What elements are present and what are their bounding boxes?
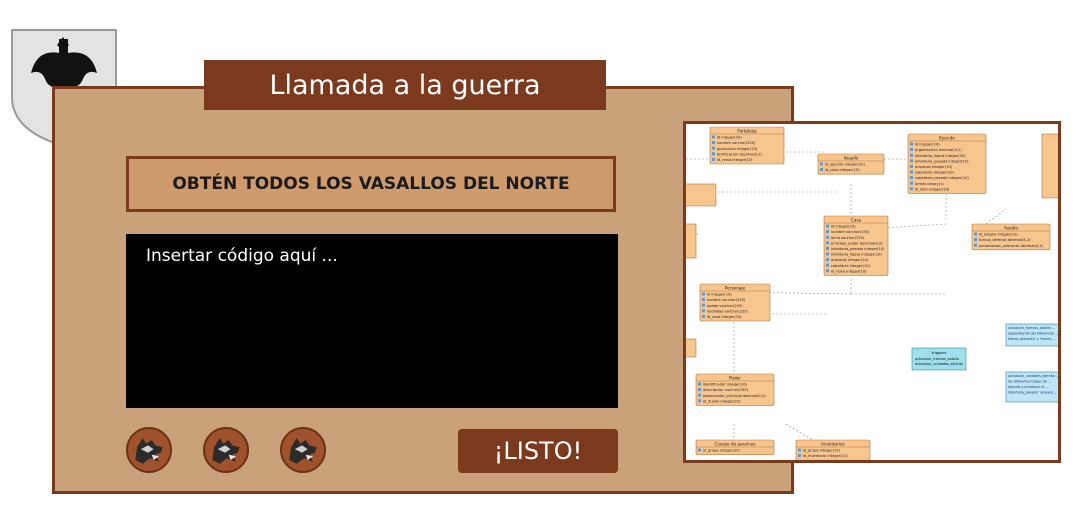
er-table-row: descripcion varchar(255) [703, 388, 749, 392]
trigger-note: actualizar_unidades_ejercito ... las dife… [1005, 371, 1058, 403]
er-table-row: id_lider integer(10) [915, 187, 950, 191]
er-table-row: id_inventario integer(10) [803, 454, 848, 458]
er-table-name: Casa [851, 218, 862, 223]
note-line: ejercito a introducir el ... [1008, 385, 1048, 389]
er-table-row: guarnicion integer(10) [717, 147, 758, 151]
er-table-name: Personaje [725, 286, 746, 291]
trigger-item: actualizar_unidades_ejercito [915, 362, 963, 366]
code-editor[interactable] [126, 234, 618, 408]
er-table-name: Poder [729, 376, 741, 381]
relationship-line [985, 208, 1007, 225]
er-table-row: armas binary(1) [915, 182, 944, 186]
er-table: Fortaleza id integer(10)nombre varchar(25… [709, 126, 785, 165]
er-table-partial [686, 338, 697, 358]
wolf-sigil-icon [203, 427, 249, 473]
er-table: Ejercito id integer(10)organizacion decim… [907, 133, 987, 194]
note-line: actualizar_fuerzas_batalla ... [1008, 326, 1055, 330]
wolf-sigil-icon [280, 427, 326, 473]
er-table-name: Inventarios [821, 442, 844, 447]
trigger-note: actualizar_fuerzas_batalla ... dependiend… [1005, 323, 1058, 347]
er-table-row: arqueros integer(10) [831, 258, 869, 262]
er-table-row: arqueros integer(10) [915, 165, 953, 169]
note-line: dependiendo del diferencial ... [1008, 332, 1058, 336]
note-line: fuerza_atacante' y 'fuerza_... [1008, 337, 1056, 341]
ready-button[interactable]: ¡LISTO! [458, 429, 618, 473]
er-table-row: infanteria_ligera integer(10) [831, 253, 882, 257]
er-diagram: Fortaleza id integer(10) nombre varchar(25… [683, 121, 1061, 463]
er-table-partial [1041, 133, 1058, 199]
er-table-row: fortificacion decimal(5,2) [717, 152, 763, 156]
relationship-line [785, 423, 817, 443]
er-table: Cuerpo de asesinos id_grupo integer(10) [695, 439, 775, 455]
er-table-row: id integer(10) [915, 143, 940, 147]
er-table-row: principal_poder decimal(4,2) [831, 241, 883, 245]
note-line: las diferentes tropas de ... [1008, 380, 1051, 384]
er-table-row: id_ejercito integer(10) [825, 163, 865, 167]
er-table-name: Asedio [1004, 226, 1018, 231]
er-table-row: infanteria_pesada integer(10) [915, 159, 969, 163]
er-table-row: potenciador_principal decimal(4,2) [703, 394, 766, 398]
er-table-row: lema varchar(255) [831, 236, 865, 240]
er-table-name: Cuerpo de asesinos [714, 442, 755, 447]
note-line: infanteria_pesada' 'arquero... [1008, 391, 1056, 395]
er-table: Personaje id integer(10)nombre varchar(25… [699, 283, 771, 322]
er-table-row: id_grupo integer(10) [803, 449, 841, 453]
er-table-row: id_reino integer(10) [717, 158, 753, 162]
note-line: actualizar_unidades_ejercito ... [1008, 374, 1058, 378]
er-table-partial [686, 183, 717, 207]
trigger-item: actualizar_fuerzas_batalla [915, 357, 959, 361]
er-table-name: Ejercito [939, 136, 955, 141]
er-table-row: apodo varchar(255) [707, 304, 743, 308]
er-table: Vasallo id_ejercito integer(10)id_casa in… [817, 153, 885, 175]
er-table: Asedio id_batalla integer(10)turnos_defen… [971, 223, 1051, 251]
triggers-box: triggers actualizar_fuerzas_batallaactual… [911, 347, 967, 371]
er-table: Poder identificador integer(10)descripcio… [695, 373, 775, 406]
er-table-row: id_dueño integer(10) [703, 399, 741, 403]
er-table-partial [686, 223, 697, 259]
er-table-row: infanteria_ligera integer(10) [915, 154, 966, 158]
er-table-row: caballeria_pesada integer(10) [915, 176, 969, 180]
er-table-row: nombre varchar(255) [707, 298, 746, 302]
er-table-row: nombre varchar(255) [717, 141, 756, 145]
level-title: Llamada a la guerra [204, 60, 606, 110]
er-table-row: id_batalla integer(10) [979, 233, 1018, 237]
er-table: Casa id integer(10)nombre varchar(255) lem… [823, 215, 889, 276]
er-diagram-canvas: Fortalezaid integer(10)nombre varchar(25… [686, 126, 1058, 460]
er-table-row: infanteria_pesada integer(10) [831, 247, 885, 251]
er-table-row: id integer(10) [707, 293, 732, 297]
er-table-row: id_casa integer(10) [825, 168, 860, 172]
er-table: Inventarios id_grupo integer(10)id_invent… [795, 439, 871, 460]
er-table-name: Vasallo [844, 156, 859, 161]
er-table-row: penalizacion_atacante decimal(4,2) [979, 244, 1044, 248]
er-table-row: turnos_defensa decimal(4,2) [979, 238, 1031, 242]
er-table-name: Fortaleza [737, 129, 757, 134]
wolf-sigil-icon [126, 427, 172, 473]
er-table-row: habilidad varchar(255) [707, 309, 749, 313]
er-table-row: id integer(10) [831, 225, 856, 229]
er-table-row: identificador integer(10) [703, 383, 748, 387]
er-table-row: id_reino integer(10) [831, 269, 867, 273]
er-table-row: id integer(10) [717, 136, 742, 140]
er-table-row: nombre varchar(255) [831, 230, 870, 234]
er-table-row: id_casa integer(10) [707, 315, 742, 319]
er-table-row: id_grupo integer(10) [703, 449, 741, 453]
mission-objective: OBTÉN TODOS LOS VASALLOS DEL NORTE [126, 156, 616, 212]
triggers-title: triggers [932, 350, 947, 355]
er-table-row: organizacion decimal(4,2) [915, 148, 962, 152]
er-table-row: caballeria integer(10) [915, 171, 955, 175]
er-table-row: caballeria integer(10) [831, 264, 871, 268]
